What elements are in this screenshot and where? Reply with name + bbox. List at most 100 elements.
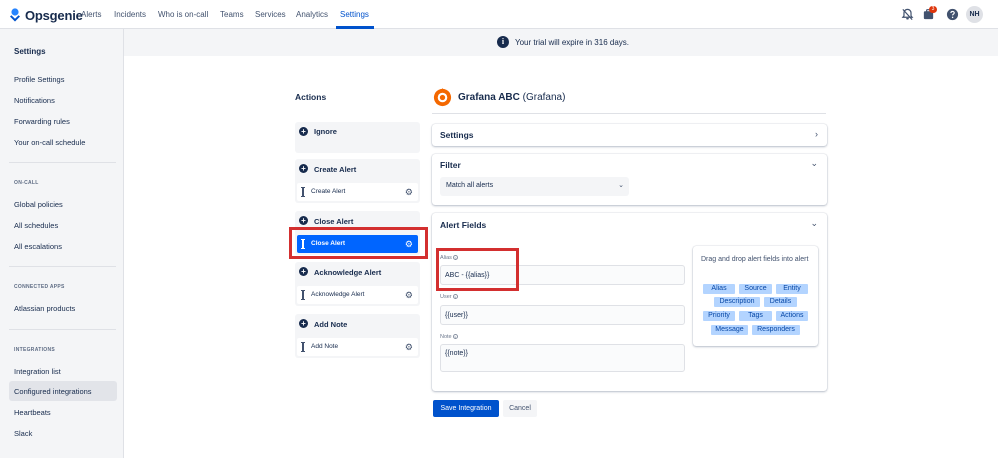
sidebar-item-all-escalations[interactable]: All escalations <box>14 242 62 251</box>
sidebar-section-on-call: ON-CALL <box>14 180 39 186</box>
field-chip-responders[interactable]: Responders <box>752 325 800 335</box>
add-circle-icon[interactable]: + <box>299 164 308 173</box>
user-label-text: User <box>440 294 452 300</box>
action-group-label: Close Alert <box>314 217 354 226</box>
sidebar-divider <box>9 162 116 163</box>
action-row-add-note[interactable]: Add Note ⚙ <box>297 338 418 356</box>
help-icon[interactable] <box>946 8 959 21</box>
sidebar-divider <box>9 266 116 267</box>
drag-handle-icon[interactable] <box>301 342 305 352</box>
action-group-acknowledge-alert: + Acknowledge Alert Acknowledge Alert ⚙ <box>295 262 420 306</box>
add-circle-icon[interactable]: + <box>299 127 308 136</box>
grafana-logo-icon <box>433 87 452 106</box>
question-icon: ? <box>452 294 458 301</box>
action-group-label: Add Note <box>314 320 348 329</box>
sidebar-item-profile-settings[interactable]: Profile Settings <box>14 75 64 84</box>
alert-fields-panel-title: Alert Fields <box>440 220 487 230</box>
drag-handle-icon[interactable] <box>301 290 305 300</box>
field-chip-priority[interactable]: Priority <box>703 311 735 321</box>
trial-banner: i Your trial will expire in 316 days. <box>124 29 998 56</box>
cancel-button[interactable]: Cancel <box>503 400 537 417</box>
nav-settings[interactable]: Settings <box>340 10 369 19</box>
app-name: Opsgenie <box>25 7 83 23</box>
action-group-label: Create Alert <box>314 165 357 174</box>
action-group-label: Acknowledge Alert <box>314 268 382 277</box>
sidebar-divider <box>9 329 116 330</box>
sidebar-item-all-schedules[interactable]: All schedules <box>14 221 58 230</box>
action-row-create-alert[interactable]: Create Alert ⚙ <box>297 183 418 201</box>
nav-alerts[interactable]: Alerts <box>81 10 101 19</box>
action-row-label: Acknowledge Alert <box>311 291 365 298</box>
integration-name: Grafana ABC <box>458 91 520 103</box>
action-group-header[interactable]: + Create Alert <box>295 159 420 179</box>
sidebar-item-configured-integrations[interactable]: Configured integrations <box>14 387 92 396</box>
notification-bell-off-icon[interactable] <box>901 8 914 21</box>
field-chip-message[interactable]: Message <box>711 325 748 335</box>
chevron-down-icon[interactable]: ⌄ <box>810 158 818 169</box>
nav-incidents[interactable]: Incidents <box>114 10 146 19</box>
header-divider <box>432 113 826 114</box>
sidebar-item-forwarding-rules[interactable]: Forwarding rules <box>14 117 70 126</box>
field-chip-description[interactable]: Description <box>714 297 760 307</box>
sidebar-item-integration-list[interactable]: Integration list <box>14 367 61 376</box>
drag-drop-hint: Drag and drop alert fields into alert <box>701 256 809 263</box>
trial-banner-text: Your trial will expire in 316 days. <box>515 38 629 47</box>
top-navigation-bar: Opsgenie Alerts Incidents Who is on-call… <box>0 0 998 29</box>
sidebar-item-notifications[interactable]: Notifications <box>14 96 55 105</box>
action-group-create-alert: + Create Alert Create Alert ⚙ <box>295 159 420 203</box>
field-chip-source[interactable]: Source <box>739 284 772 294</box>
nav-services[interactable]: Services <box>255 10 286 19</box>
field-chip-alias[interactable]: Alias <box>703 284 735 294</box>
action-group-header[interactable]: + Acknowledge Alert <box>295 262 420 282</box>
action-group-add-note: + Add Note Add Note ⚙ <box>295 314 420 358</box>
field-chip-entity[interactable]: Entity <box>776 284 808 294</box>
sidebar-item-slack[interactable]: Slack <box>14 429 32 438</box>
add-circle-icon[interactable]: + <box>299 216 308 225</box>
chevron-right-icon[interactable]: › <box>815 129 818 139</box>
add-circle-icon[interactable]: + <box>299 267 308 276</box>
sidebar-item-heartbeats[interactable]: Heartbeats <box>14 408 51 417</box>
sidebar-item-on-call-schedule[interactable]: Your on-call schedule <box>14 138 85 147</box>
drag-handle-icon[interactable] <box>301 187 305 197</box>
user-label: User? <box>440 294 458 300</box>
integration-type: (Grafana) <box>522 91 566 103</box>
chevron-down-icon[interactable]: ⌄ <box>810 218 818 229</box>
action-group-ignore: + Ignore <box>295 122 420 153</box>
gear-icon[interactable]: ⚙ <box>405 342 413 352</box>
sidebar-title: Settings <box>14 47 46 56</box>
nav-who-is-on-call[interactable]: Who is on-call <box>158 10 208 19</box>
sidebar-item-global-policies[interactable]: Global policies <box>14 200 63 209</box>
highlight-close-alert <box>289 227 428 259</box>
field-chip-details[interactable]: Details <box>764 297 797 307</box>
filter-panel-title: Filter <box>440 160 461 170</box>
user-avatar[interactable]: NH <box>966 6 983 23</box>
gear-icon[interactable]: ⚙ <box>405 290 413 300</box>
add-circle-icon[interactable]: + <box>299 319 308 328</box>
notification-count-badge: 3 <box>929 6 937 13</box>
save-integration-button[interactable]: Save Integration <box>433 400 499 417</box>
nav-analytics[interactable]: Analytics <box>296 10 328 19</box>
settings-panel[interactable]: Settings › <box>432 124 827 146</box>
action-group-header[interactable]: + Add Note <box>295 314 420 334</box>
sidebar-section-integrations: INTEGRATIONS <box>14 347 56 353</box>
drag-drop-fields-panel: Drag and drop alert fields into alert Al… <box>693 246 818 346</box>
field-chip-actions[interactable]: Actions <box>776 311 808 321</box>
info-icon: i <box>497 36 509 48</box>
opsgenie-logo-icon <box>10 8 20 22</box>
action-row-acknowledge-alert[interactable]: Acknowledge Alert ⚙ <box>297 286 418 304</box>
sidebar-section-connected-apps: CONNECTED APPS <box>14 284 65 290</box>
gear-icon[interactable]: ⚙ <box>405 187 413 197</box>
nav-teams[interactable]: Teams <box>220 10 244 19</box>
settings-sidebar: Settings Profile Settings Notifications … <box>0 29 124 458</box>
note-label-text: Note <box>440 334 452 340</box>
filter-select[interactable]: Match all alerts ⌄ <box>440 177 629 196</box>
field-chip-tags[interactable]: Tags <box>739 311 772 321</box>
settings-panel-title: Settings <box>440 130 474 140</box>
user-input[interactable]: {{user}} <box>440 305 685 325</box>
sidebar-item-atlassian-products[interactable]: Atlassian products <box>14 304 75 313</box>
note-textarea[interactable]: {{note}} <box>440 344 685 372</box>
action-group-header[interactable]: + Ignore <box>295 122 420 142</box>
opsgenie-logo[interactable]: Opsgenie <box>9 7 83 23</box>
integration-header: Grafana ABC (Grafana) <box>432 85 565 109</box>
filter-select-value: Match all alerts <box>446 182 494 189</box>
